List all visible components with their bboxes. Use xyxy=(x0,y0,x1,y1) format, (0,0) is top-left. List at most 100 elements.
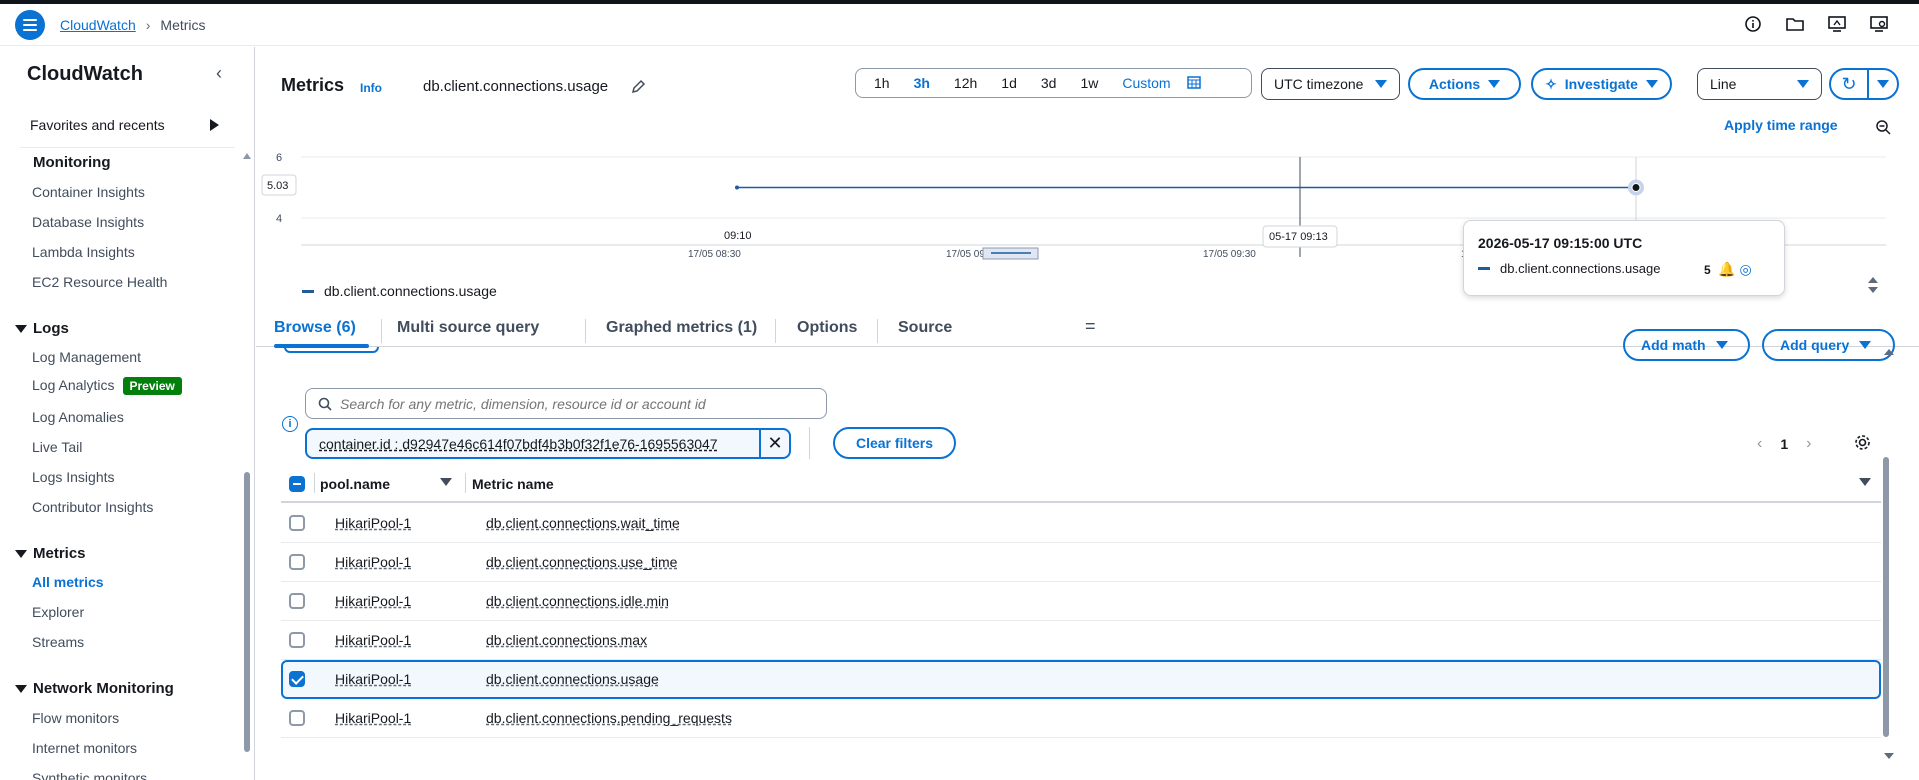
sidebar-section-monitoring[interactable]: Monitoring xyxy=(33,154,110,171)
table-row[interactable]: HikariPool-1 db.client.connections.max xyxy=(281,621,1881,660)
search-input[interactable] xyxy=(340,395,820,412)
scroll-up-icon[interactable] xyxy=(1884,349,1894,355)
scroll-up-icon[interactable] xyxy=(1868,277,1878,283)
filter-icon[interactable] xyxy=(1859,478,1871,486)
row-checkbox[interactable] xyxy=(289,671,305,687)
table-row-selected[interactable]: HikariPool-1 db.client.connections.usage xyxy=(281,660,1881,699)
column-metric-name[interactable]: Metric name xyxy=(472,476,554,492)
sidebar-item-container-insights[interactable]: Container Insights xyxy=(32,184,145,200)
pool-name-cell[interactable]: HikariPool-1 xyxy=(335,632,411,648)
row-checkbox[interactable] xyxy=(289,593,305,609)
clear-filters-button[interactable]: Clear filters xyxy=(833,427,956,459)
metric-name-cell[interactable]: db.client.connections.pending_requests xyxy=(486,710,732,726)
metric-name-cell[interactable]: db.client.connections.usage xyxy=(486,671,659,687)
edit-icon[interactable] xyxy=(631,79,646,97)
metric-name-cell[interactable]: db.client.connections.wait_time xyxy=(486,515,680,531)
row-checkbox[interactable] xyxy=(289,515,305,531)
info-icon[interactable]: i xyxy=(282,416,298,432)
sidebar-item-log-analytics[interactable]: Log Analytics Preview xyxy=(32,377,182,395)
table-row[interactable]: HikariPool-1 db.client.connections.wait_… xyxy=(281,504,1881,543)
pool-name-cell[interactable]: HikariPool-1 xyxy=(335,671,411,687)
row-checkbox[interactable] xyxy=(289,554,305,570)
tab-source[interactable]: Source xyxy=(898,319,952,337)
add-query-button[interactable]: Add query xyxy=(1762,329,1895,361)
sidebar-favorites[interactable]: Favorites and recents xyxy=(30,117,165,133)
metric-search[interactable] xyxy=(305,388,827,419)
close-sidebar-icon[interactable]: ‹ xyxy=(216,64,232,82)
content-scrollbar[interactable] xyxy=(1883,457,1889,737)
sidebar-item-synthetic-monitors[interactable]: Synthetic monitors xyxy=(32,770,147,780)
row-checkbox[interactable] xyxy=(289,710,305,726)
refresh-button[interactable]: ↻ xyxy=(1829,68,1899,100)
table-row[interactable]: HikariPool-1 db.client.connections.idle.… xyxy=(281,582,1881,621)
investigate-button[interactable]: ✧ Investigate xyxy=(1531,68,1672,100)
pool-name-cell[interactable]: HikariPool-1 xyxy=(335,710,411,726)
metric-name-cell[interactable]: db.client.connections.max xyxy=(486,632,647,648)
metric-name-cell[interactable]: db.client.connections.idle.min xyxy=(486,593,669,609)
sidebar-item-log-management[interactable]: Log Management xyxy=(32,349,141,365)
metric-name-cell[interactable]: db.client.connections.use_time xyxy=(486,554,677,570)
pool-name-cell[interactable]: HikariPool-1 xyxy=(335,515,411,531)
tab-graphed-metrics[interactable]: Graphed metrics (1) xyxy=(606,319,757,337)
chart-legend-scroll[interactable] xyxy=(1868,277,1878,293)
compass-icon[interactable]: ◎ xyxy=(1739,261,1751,278)
sidebar-item-flow-monitors[interactable]: Flow monitors xyxy=(32,710,119,726)
resize-handle-icon[interactable]: = xyxy=(1085,316,1096,337)
sidebar-item-database-insights[interactable]: Database Insights xyxy=(32,214,144,230)
sidebar-item-live-tail[interactable]: Live Tail xyxy=(32,439,82,455)
filter-token-label[interactable]: container.id : d92947e46c614f07bdf4b3b0f… xyxy=(307,436,759,452)
pool-name-cell[interactable]: HikariPool-1 xyxy=(335,554,411,570)
sidebar-item-all-metrics[interactable]: All metrics xyxy=(32,574,104,590)
sidebar-item-explorer[interactable]: Explorer xyxy=(32,604,84,620)
scroll-up-icon[interactable] xyxy=(243,153,251,159)
add-math-button[interactable]: Add math xyxy=(1623,329,1750,361)
sidebar-item-logs-insights[interactable]: Logs Insights xyxy=(32,469,115,485)
breadcrumb-cloudwatch-link[interactable]: CloudWatch xyxy=(60,17,136,33)
filter-token[interactable]: container.id : d92947e46c614f07bdf4b3b0f… xyxy=(305,428,791,459)
sidebar-section-logs[interactable]: Logs xyxy=(15,320,69,337)
table-row[interactable]: HikariPool-1 db.client.connections.use_t… xyxy=(281,543,1881,582)
folder-icon[interactable] xyxy=(1785,14,1805,34)
calendar-icon[interactable] xyxy=(1183,75,1205,92)
sidebar-item-log-anomalies[interactable]: Log Anomalies xyxy=(32,409,124,425)
info-icon[interactable] xyxy=(1743,14,1763,34)
next-page-icon[interactable]: › xyxy=(1806,435,1811,453)
range-3d[interactable]: 3d xyxy=(1029,75,1069,91)
sidebar-item-streams[interactable]: Streams xyxy=(32,634,84,650)
chart-type-select[interactable]: Line xyxy=(1697,68,1822,100)
pool-name-cell[interactable]: HikariPool-1 xyxy=(335,593,411,609)
actions-button[interactable]: Actions xyxy=(1408,68,1521,100)
scroll-down-icon[interactable] xyxy=(1868,287,1878,293)
sidebar-item-contributor-insights[interactable]: Contributor Insights xyxy=(32,499,153,515)
range-3h[interactable]: 3h xyxy=(902,75,942,91)
range-12h[interactable]: 12h xyxy=(942,75,989,91)
tab-options[interactable]: Options xyxy=(797,319,857,337)
gear-icon[interactable] xyxy=(1854,434,1871,454)
timezone-select[interactable]: UTC timezone xyxy=(1261,68,1400,100)
range-1d[interactable]: 1d xyxy=(989,75,1029,91)
current-page[interactable]: 1 xyxy=(1780,436,1788,452)
sidebar-section-metrics[interactable]: Metrics xyxy=(15,545,86,562)
info-link[interactable]: Info xyxy=(360,81,382,95)
sidebar-item-internet-monitors[interactable]: Internet monitors xyxy=(32,740,137,756)
sidebar-item-lambda-insights[interactable]: Lambda Insights xyxy=(32,244,135,260)
chart-legend[interactable]: db.client.connections.usage xyxy=(302,283,497,299)
refresh-icon[interactable]: ↻ xyxy=(1831,70,1869,98)
menu-button[interactable] xyxy=(15,10,45,40)
screen-icon[interactable] xyxy=(1827,14,1847,34)
caret-right-icon[interactable] xyxy=(210,119,219,131)
table-row[interactable]: HikariPool-1 db.client.connections.pendi… xyxy=(281,699,1881,738)
tab-multi-source-query[interactable]: Multi source query xyxy=(397,319,539,337)
select-all-checkbox[interactable] xyxy=(289,476,305,492)
row-checkbox[interactable] xyxy=(289,632,305,648)
settings-screen-icon[interactable] xyxy=(1869,14,1889,34)
sidebar-section-network-monitoring[interactable]: Network Monitoring xyxy=(15,680,174,697)
range-1h[interactable]: 1h xyxy=(862,75,902,91)
range-1w[interactable]: 1w xyxy=(1068,75,1110,91)
bell-icon[interactable]: 🔔 xyxy=(1718,261,1735,278)
column-pool-name[interactable]: pool.name xyxy=(320,476,390,492)
sidebar-item-ec2-resource-health[interactable]: EC2 Resource Health xyxy=(32,274,167,290)
filter-icon[interactable] xyxy=(440,478,452,486)
scroll-down-icon[interactable] xyxy=(1884,753,1894,759)
sidebar-scrollbar[interactable] xyxy=(244,472,250,752)
